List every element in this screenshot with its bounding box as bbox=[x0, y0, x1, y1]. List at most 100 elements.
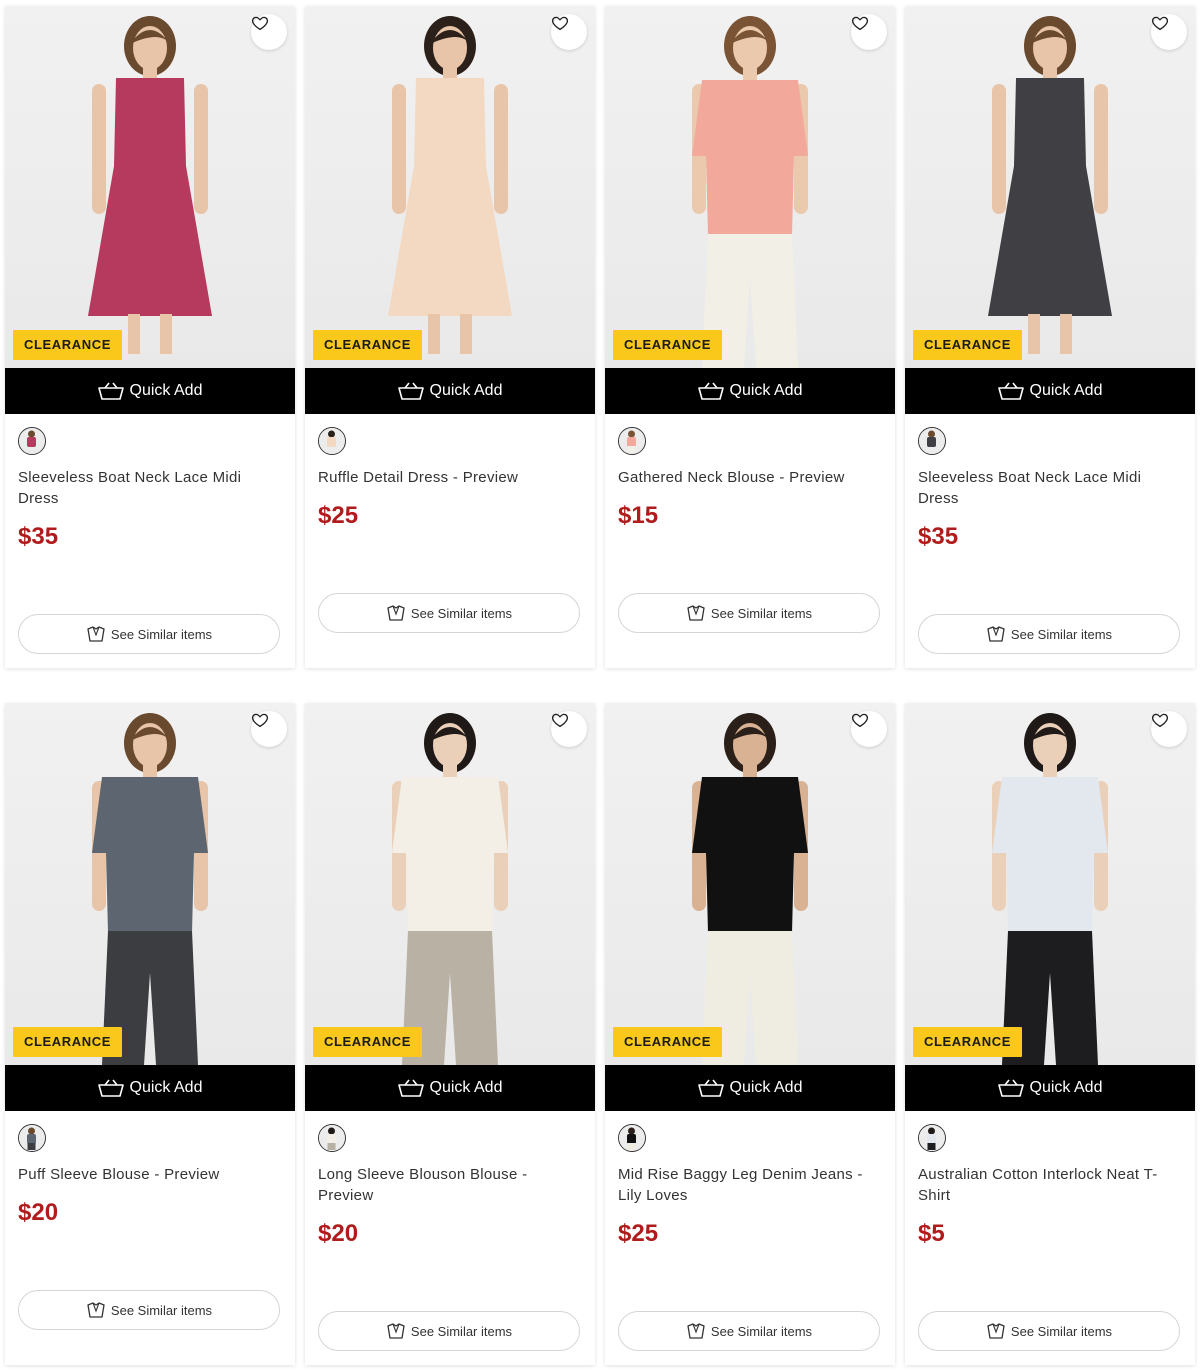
product-image[interactable]: CLEARANCE bbox=[605, 6, 895, 368]
product-price: $35 bbox=[918, 523, 959, 550]
quick-add-label: Quick Add bbox=[129, 382, 203, 399]
product-title[interactable]: Mid Rise Baggy Leg Denim Jeans - Lily Lo… bbox=[618, 1164, 880, 1206]
hanger-icon bbox=[987, 626, 1005, 642]
color-swatch[interactable] bbox=[618, 427, 646, 455]
clearance-badge: CLEARANCE bbox=[913, 330, 1023, 360]
model-illustration bbox=[692, 16, 808, 368]
wishlist-heart-button[interactable] bbox=[551, 711, 587, 747]
clearance-badge: CLEARANCE bbox=[13, 330, 123, 360]
see-similar-button[interactable]: See Similar items bbox=[618, 593, 880, 633]
product-title[interactable]: Ruffle Detail Dress - Preview bbox=[318, 467, 580, 488]
product-image[interactable]: CLEARANCE bbox=[5, 6, 295, 368]
quick-add-button[interactable]: Quick Add bbox=[305, 368, 595, 414]
basket-icon bbox=[997, 382, 1024, 400]
color-swatch[interactable] bbox=[18, 427, 46, 455]
basket-icon bbox=[397, 1079, 424, 1097]
clearance-badge: CLEARANCE bbox=[313, 330, 423, 360]
color-swatch[interactable] bbox=[918, 1124, 946, 1152]
basket-icon bbox=[97, 382, 124, 400]
see-similar-button[interactable]: See Similar items bbox=[18, 1290, 280, 1330]
quick-add-button[interactable]: Quick Add bbox=[5, 1065, 295, 1111]
product-image[interactable]: CLEARANCE bbox=[305, 703, 595, 1065]
see-similar-label: See Similar items bbox=[110, 1302, 213, 1318]
quick-add-label: Quick Add bbox=[1029, 382, 1103, 399]
see-similar-label: See Similar items bbox=[710, 605, 813, 621]
hanger-icon bbox=[987, 1323, 1005, 1339]
product-price: $20 bbox=[318, 1220, 359, 1247]
see-similar-label: See Similar items bbox=[1010, 626, 1113, 642]
basket-icon bbox=[97, 1079, 124, 1097]
color-swatch[interactable] bbox=[918, 427, 946, 455]
heart-icon bbox=[551, 16, 569, 31]
product-card-1[interactable]: CLEARANCE Quick Add Sleeveless Boat Neck… bbox=[5, 6, 295, 668]
heart-icon bbox=[851, 16, 869, 31]
see-similar-button[interactable]: See Similar items bbox=[918, 1311, 1180, 1351]
quick-add-label: Quick Add bbox=[429, 382, 503, 399]
heart-icon bbox=[1151, 713, 1169, 728]
model-illustration bbox=[88, 16, 212, 354]
see-similar-label: See Similar items bbox=[110, 626, 213, 642]
product-title[interactable]: Gathered Neck Blouse - Preview bbox=[618, 467, 880, 488]
product-title[interactable]: Sleeveless Boat Neck Lace Midi Dress bbox=[918, 467, 1180, 509]
swatch-thumbnail bbox=[919, 428, 944, 453]
see-similar-label: See Similar items bbox=[710, 1323, 813, 1339]
quick-add-button[interactable]: Quick Add bbox=[905, 1065, 1195, 1111]
hanger-icon bbox=[687, 1323, 705, 1339]
product-grid: CLEARANCE Quick Add Sleeveless Boat Neck… bbox=[0, 0, 1200, 1372]
quick-add-label: Quick Add bbox=[429, 1079, 503, 1096]
basket-icon bbox=[997, 1079, 1024, 1097]
wishlist-heart-button[interactable] bbox=[251, 14, 287, 50]
quick-add-button[interactable]: Quick Add bbox=[605, 368, 895, 414]
quick-add-button[interactable]: Quick Add bbox=[305, 1065, 595, 1111]
product-card-8[interactable]: CLEARANCE Quick Add Australian Cotton In… bbox=[905, 703, 1195, 1365]
product-image[interactable]: CLEARANCE bbox=[905, 6, 1195, 368]
quick-add-label: Quick Add bbox=[129, 1079, 203, 1096]
heart-icon bbox=[251, 16, 269, 31]
swatch-thumbnail bbox=[19, 1125, 44, 1150]
quick-add-button[interactable]: Quick Add bbox=[905, 368, 1195, 414]
model-illustration bbox=[388, 16, 512, 354]
product-image[interactable]: CLEARANCE bbox=[5, 703, 295, 1065]
product-card-3[interactable]: CLEARANCE Quick Add Gathered Neck Blouse… bbox=[605, 6, 895, 668]
quick-add-button[interactable]: Quick Add bbox=[605, 1065, 895, 1111]
clearance-badge: CLEARANCE bbox=[913, 1027, 1023, 1057]
product-card-7[interactable]: CLEARANCE Quick Add Mid Rise Baggy Leg D… bbox=[605, 703, 895, 1365]
product-title[interactable]: Australian Cotton Interlock Neat T-Shirt bbox=[918, 1164, 1180, 1206]
product-image[interactable]: CLEARANCE bbox=[305, 6, 595, 368]
see-similar-button[interactable]: See Similar items bbox=[618, 1311, 880, 1351]
product-price: $25 bbox=[618, 1220, 659, 1247]
swatch-thumbnail bbox=[619, 1125, 644, 1150]
color-swatch[interactable] bbox=[618, 1124, 646, 1152]
heart-icon bbox=[251, 713, 269, 728]
quick-add-button[interactable]: Quick Add bbox=[5, 368, 295, 414]
see-similar-button[interactable]: See Similar items bbox=[318, 593, 580, 633]
product-card-6[interactable]: CLEARANCE Quick Add Long Sleeve Blouson … bbox=[305, 703, 595, 1365]
color-swatch[interactable] bbox=[318, 1124, 346, 1152]
wishlist-heart-button[interactable] bbox=[251, 711, 287, 747]
clearance-badge: CLEARANCE bbox=[313, 1027, 423, 1057]
product-title[interactable]: Puff Sleeve Blouse - Preview bbox=[18, 1164, 280, 1185]
swatch-thumbnail bbox=[319, 1125, 344, 1150]
see-similar-button[interactable]: See Similar items bbox=[918, 614, 1180, 654]
product-card-5[interactable]: CLEARANCE Quick Add Puff Sleeve Blouse -… bbox=[5, 703, 295, 1365]
color-swatch[interactable] bbox=[318, 427, 346, 455]
product-card-2[interactable]: CLEARANCE Quick Add Ruffle Detail Dress … bbox=[305, 6, 595, 668]
wishlist-heart-button[interactable] bbox=[1151, 14, 1187, 50]
swatch-thumbnail bbox=[19, 428, 44, 453]
heart-icon bbox=[551, 713, 569, 728]
wishlist-heart-button[interactable] bbox=[1151, 711, 1187, 747]
wishlist-heart-button[interactable] bbox=[551, 14, 587, 50]
product-price: $15 bbox=[618, 502, 659, 529]
product-image[interactable]: CLEARANCE bbox=[605, 703, 895, 1065]
see-similar-button[interactable]: See Similar items bbox=[18, 614, 280, 654]
model-illustration bbox=[988, 16, 1112, 354]
product-title[interactable]: Sleeveless Boat Neck Lace Midi Dress bbox=[18, 467, 280, 509]
color-swatch[interactable] bbox=[18, 1124, 46, 1152]
wishlist-heart-button[interactable] bbox=[851, 14, 887, 50]
product-image[interactable]: CLEARANCE bbox=[905, 703, 1195, 1065]
wishlist-heart-button[interactable] bbox=[851, 711, 887, 747]
see-similar-button[interactable]: See Similar items bbox=[318, 1311, 580, 1351]
product-card-4[interactable]: CLEARANCE Quick Add Sleeveless Boat Neck… bbox=[905, 6, 1195, 668]
product-title[interactable]: Long Sleeve Blouson Blouse - Preview bbox=[318, 1164, 580, 1206]
swatch-thumbnail bbox=[919, 1125, 944, 1150]
